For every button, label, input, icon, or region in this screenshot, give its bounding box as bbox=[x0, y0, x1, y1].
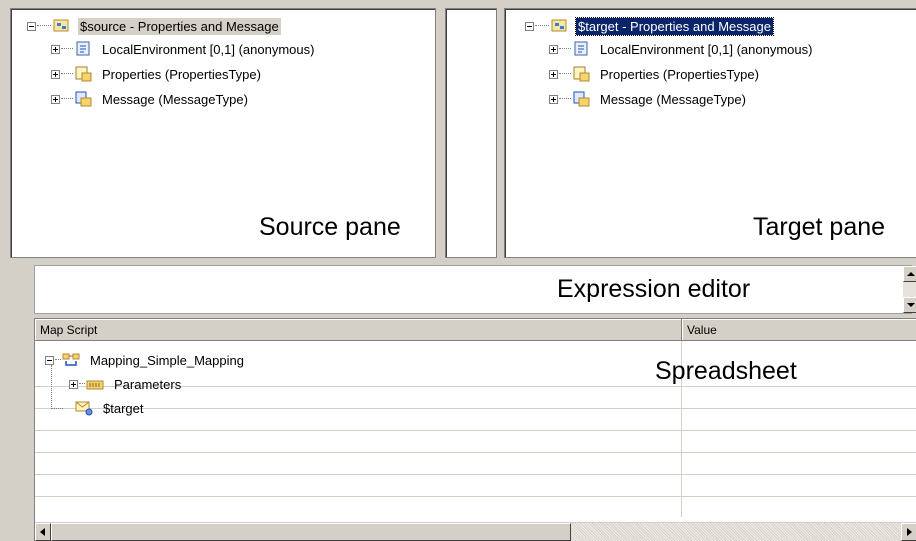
spreadsheet[interactable]: Map Script Value Mapping_Simple_Mapping … bbox=[34, 318, 916, 541]
scroll-right-button[interactable] bbox=[901, 523, 916, 541]
expand-icon[interactable] bbox=[51, 44, 60, 54]
source-tree-item[interactable]: LocalEnvironment [0,1] (anonymous) bbox=[51, 39, 316, 59]
horizontal-scrollbar[interactable] bbox=[35, 522, 916, 541]
expand-icon[interactable] bbox=[549, 69, 558, 79]
message-root-icon bbox=[52, 18, 70, 34]
tree-item-label: LocalEnvironment [0,1] (anonymous) bbox=[102, 41, 315, 57]
properties-icon bbox=[74, 66, 92, 82]
target-tree-item[interactable]: Message (MessageType) bbox=[549, 89, 748, 109]
local-environment-icon bbox=[572, 41, 590, 57]
target-tree-item[interactable]: LocalEnvironment [0,1] (anonymous) bbox=[549, 39, 814, 59]
tree-item-label: Message (MessageType) bbox=[102, 91, 248, 107]
expand-icon[interactable] bbox=[69, 379, 78, 389]
scroll-left-button[interactable] bbox=[35, 523, 51, 541]
collapse-icon[interactable] bbox=[525, 21, 534, 31]
arrow-left-icon bbox=[40, 528, 45, 536]
arrow-up-icon bbox=[907, 272, 915, 276]
message-icon bbox=[74, 91, 92, 107]
expand-icon[interactable] bbox=[51, 94, 60, 104]
source-pane-caption: Source pane bbox=[259, 213, 401, 241]
expression-editor-scrollbar[interactable] bbox=[903, 266, 916, 313]
target-pane-caption: Target pane bbox=[753, 213, 886, 241]
column-header-map-script[interactable]: Map Script bbox=[35, 319, 682, 341]
target-tree-item[interactable]: Properties (PropertiesType) bbox=[549, 64, 761, 84]
expression-editor[interactable]: Expression editor bbox=[34, 265, 916, 314]
expression-editor-caption: Expression editor bbox=[557, 275, 751, 303]
expand-icon[interactable] bbox=[51, 69, 60, 79]
target-root-label: $target - Properties and Message bbox=[575, 16, 774, 36]
source-tree-item[interactable]: Message (MessageType) bbox=[51, 89, 250, 109]
parameters-label: Parameters bbox=[114, 376, 182, 392]
scroll-up-button[interactable] bbox=[903, 266, 916, 282]
tree-item-label: Properties (PropertiesType) bbox=[102, 66, 261, 82]
table-row[interactable]: Mapping_Simple_Mapping bbox=[45, 349, 246, 371]
column-header-value[interactable]: Value bbox=[682, 319, 916, 341]
collapse-icon[interactable] bbox=[27, 21, 36, 31]
source-tree-item[interactable]: Properties (PropertiesType) bbox=[51, 64, 263, 84]
source-root-node[interactable]: $source - Properties and Message bbox=[27, 16, 281, 36]
mapping-label: Mapping_Simple_Mapping bbox=[90, 352, 244, 368]
arrow-down-icon bbox=[907, 303, 915, 307]
tree-item-label: Message (MessageType) bbox=[600, 91, 746, 107]
collapse-icon[interactable] bbox=[45, 355, 54, 365]
tree-item-label: LocalEnvironment [0,1] (anonymous) bbox=[600, 41, 813, 57]
scroll-thumb[interactable] bbox=[51, 523, 571, 541]
target-label: $target bbox=[103, 400, 144, 416]
tree-item-label: Properties (PropertiesType) bbox=[600, 66, 759, 82]
source-root-label: $source - Properties and Message bbox=[78, 17, 281, 35]
source-pane[interactable]: $source - Properties and Message LocalEn… bbox=[10, 8, 436, 258]
table-row[interactable]: $target bbox=[63, 397, 145, 419]
target-message-icon bbox=[75, 400, 93, 416]
expand-icon[interactable] bbox=[549, 44, 558, 54]
scroll-down-button[interactable] bbox=[903, 297, 916, 313]
message-icon bbox=[572, 91, 590, 107]
expand-icon[interactable] bbox=[549, 94, 558, 104]
properties-icon bbox=[572, 66, 590, 82]
local-environment-icon bbox=[74, 41, 92, 57]
mapping-icon bbox=[62, 352, 80, 368]
arrow-right-icon bbox=[907, 528, 912, 536]
parameters-icon bbox=[86, 376, 104, 392]
target-pane[interactable]: $target - Properties and Message LocalEn… bbox=[504, 8, 916, 258]
spreadsheet-caption: Spreadsheet bbox=[655, 357, 797, 385]
table-row[interactable]: Parameters bbox=[69, 373, 183, 395]
middle-pane bbox=[445, 8, 497, 258]
target-root-node[interactable]: $target - Properties and Message bbox=[525, 16, 774, 36]
message-root-icon bbox=[550, 18, 568, 34]
